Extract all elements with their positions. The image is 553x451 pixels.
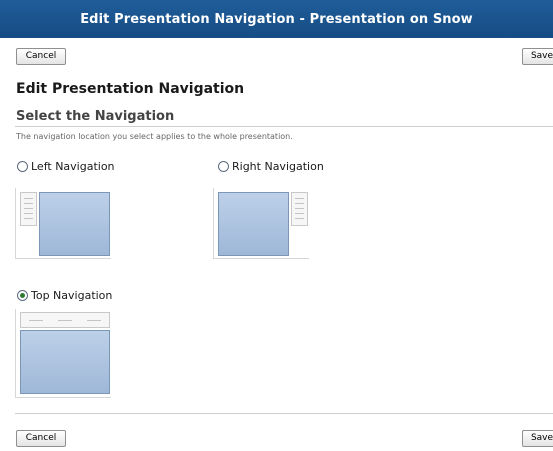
section-title: Select the Navigation xyxy=(16,109,175,124)
option-label-top: Top Navigation xyxy=(31,289,113,302)
cancel-button-top[interactable]: Cancel xyxy=(16,48,66,65)
option-top-navigation[interactable]: Top Navigation xyxy=(17,289,112,302)
title-bar: Edit Presentation Navigation - Presentat… xyxy=(0,0,553,38)
preview-left-navigation[interactable] xyxy=(15,188,111,259)
option-left-navigation[interactable]: Left Navigation xyxy=(17,160,115,173)
option-label-right: Right Navigation xyxy=(232,160,324,173)
hint-text: The navigation location you select appli… xyxy=(16,132,293,141)
window-title: Edit Presentation Navigation - Presentat… xyxy=(80,11,473,27)
option-right-navigation[interactable]: Right Navigation xyxy=(218,160,324,173)
footer-divider xyxy=(15,413,553,414)
radio-top-navigation[interactable] xyxy=(17,290,28,301)
preview-top-navigation[interactable] xyxy=(15,309,111,398)
preview-left-content xyxy=(39,192,110,256)
preview-right-sidebar xyxy=(291,192,308,226)
save-button-bottom[interactable]: Save xyxy=(522,430,553,447)
radio-left-navigation[interactable] xyxy=(17,161,28,172)
option-label-left: Left Navigation xyxy=(31,160,115,173)
page-heading: Edit Presentation Navigation xyxy=(16,81,245,97)
preview-left-sidebar xyxy=(20,192,37,226)
preview-top-content xyxy=(20,330,110,394)
radio-right-navigation[interactable] xyxy=(218,161,229,172)
preview-right-content xyxy=(218,192,289,256)
save-button-top[interactable]: Save xyxy=(522,48,553,65)
cancel-button-bottom[interactable]: Cancel xyxy=(16,430,66,447)
preview-right-navigation[interactable] xyxy=(213,188,309,259)
preview-top-bar xyxy=(20,312,110,328)
section-divider xyxy=(15,126,553,127)
